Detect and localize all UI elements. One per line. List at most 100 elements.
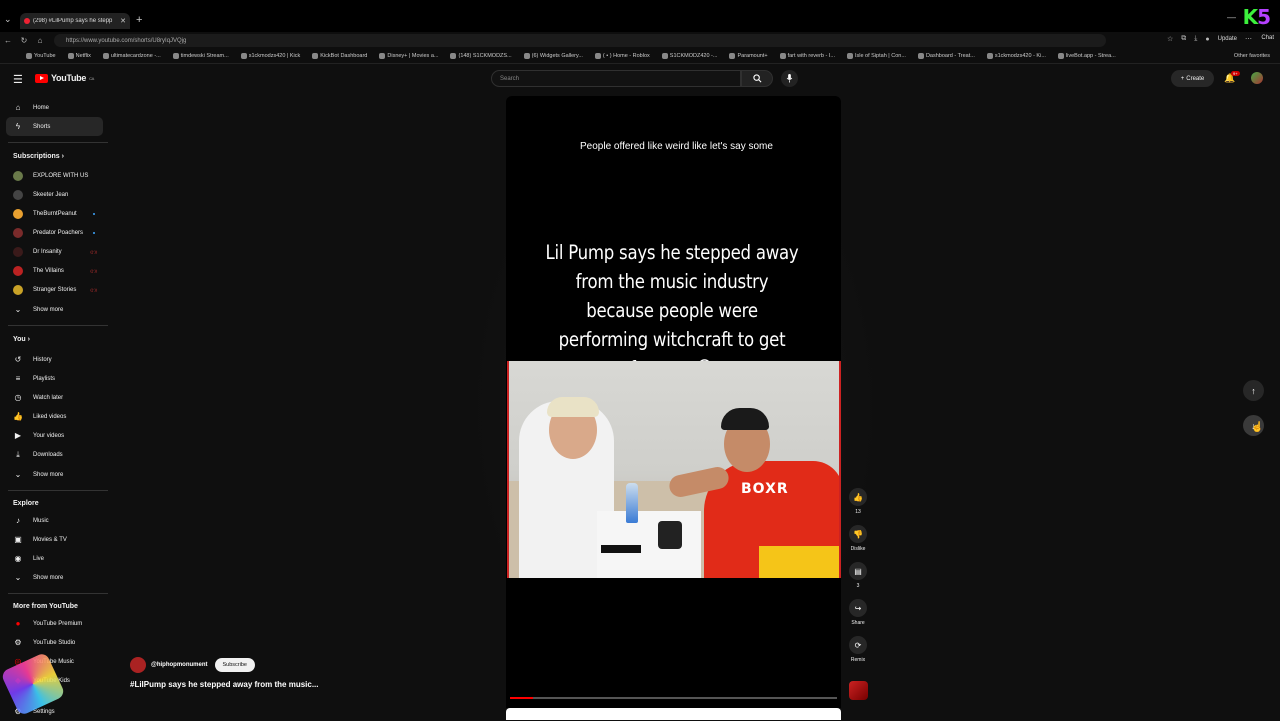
bookmark-item[interactable]: (6) Widgets Gallery... bbox=[523, 53, 583, 59]
minimize-icon[interactable]: — bbox=[1227, 12, 1236, 22]
sidebar-item[interactable]: Predator Poachers bbox=[6, 223, 103, 242]
remix-icon[interactable]: ⟳ bbox=[849, 636, 867, 654]
bookmark-item[interactable]: YouTube bbox=[26, 53, 56, 59]
sidebar-item[interactable]: ⤓ Downloads bbox=[6, 445, 103, 464]
refresh-icon[interactable]: ↻ bbox=[16, 36, 32, 45]
close-tab-icon[interactable]: ✕ bbox=[120, 17, 126, 25]
sidebar-item-label: EXPLORE WITH US bbox=[33, 172, 89, 179]
sidebar-item[interactable]: ⚙ YouTube Studio bbox=[6, 633, 103, 652]
create-button[interactable]: + Create bbox=[1171, 70, 1214, 87]
dislike-icon[interactable]: 👎 bbox=[849, 525, 867, 543]
tab-list-icon[interactable]: ⌄ bbox=[4, 14, 16, 26]
bookmark-item[interactable]: KickBot Dashboard bbox=[312, 53, 367, 59]
sidebar-item[interactable]: Skeeter Jean bbox=[6, 185, 103, 204]
sidebar-item[interactable]: EXPLORE WITH US bbox=[6, 166, 103, 185]
sidebar-item[interactable]: ◉ Live bbox=[6, 549, 103, 568]
share-icon[interactable]: ↪ bbox=[849, 599, 867, 617]
bookmark-item[interactable]: Isle of Siptah | Con... bbox=[846, 53, 906, 59]
you-heading[interactable]: You › bbox=[13, 336, 30, 343]
sidebar-item-label: Show more bbox=[33, 306, 64, 313]
sidebar-item[interactable]: ⌄ Show more bbox=[6, 465, 103, 484]
bookmark-item[interactable]: s1ckmodzs420 - Ki... bbox=[986, 53, 1046, 59]
sidebar-item[interactable]: ▣ Movies & TV bbox=[6, 530, 103, 549]
explore-heading[interactable]: Explore bbox=[13, 500, 39, 507]
sidebar-item[interactable]: ⌄ Show more bbox=[6, 568, 103, 587]
sidebar-item[interactable]: TheBurntPeanut bbox=[6, 204, 103, 223]
profile-browser-icon[interactable]: ● bbox=[1205, 36, 1209, 43]
favorite-star-icon[interactable]: ☆ bbox=[1167, 35, 1173, 43]
bookmark-item[interactable]: liveBot.app - Strea... bbox=[1057, 53, 1116, 59]
sound-thumbnail[interactable] bbox=[849, 681, 868, 700]
like-icon[interactable]: 👍 bbox=[849, 488, 867, 506]
sidebar-item[interactable]: Stranger Stories ((·)) bbox=[6, 280, 103, 299]
channel-avatar[interactable] bbox=[130, 657, 146, 673]
live-icon: ◉ bbox=[14, 554, 22, 563]
account-avatar[interactable] bbox=[1251, 72, 1263, 84]
previous-short-button[interactable]: ↑ bbox=[1243, 380, 1264, 401]
sidebar-item[interactable]: ⌂ Home bbox=[6, 98, 103, 117]
sidebar-item[interactable]: ↺ History bbox=[6, 350, 103, 369]
bookmark-item[interactable]: S1CKMODZ420 -... bbox=[661, 53, 717, 59]
water-bottle bbox=[626, 483, 638, 523]
bookmark-favicon-icon bbox=[172, 53, 179, 59]
bookmark-item[interactable]: Netflix bbox=[67, 53, 91, 59]
sidebar-item[interactable]: ϟ Shorts bbox=[6, 117, 103, 136]
bookmark-item[interactable]: Paramount+ bbox=[729, 53, 768, 59]
channel-avatar bbox=[13, 227, 23, 238]
sidebar-item[interactable]: ⌄ Show more bbox=[6, 300, 103, 319]
new-tab-icon[interactable]: + bbox=[136, 14, 142, 26]
sidebar-item-label: Settings bbox=[33, 708, 55, 715]
short-title[interactable]: #LilPump says he stepped away from the m… bbox=[130, 680, 319, 689]
sidebar-divider bbox=[8, 593, 108, 594]
hamburger-menu-icon[interactable]: ☰ bbox=[13, 73, 23, 86]
home-browser-icon[interactable]: ⌂ bbox=[32, 36, 48, 45]
sidebar-item-label: Home bbox=[33, 104, 50, 111]
share-action[interactable]: ↪ Share bbox=[845, 599, 871, 626]
bookmark-item[interactable]: Disney+ | Movies a... bbox=[379, 53, 438, 59]
bookmark-item[interactable]: (148) S1CKMODZS... bbox=[450, 53, 512, 59]
address-bar-icons: ☆ ⧉ ⤓ ● Update ⋯ bbox=[1167, 35, 1252, 43]
sidebar-item[interactable]: Dr Insanity ((·)) bbox=[6, 242, 103, 261]
voice-search-button[interactable] bbox=[781, 70, 798, 87]
comment-action[interactable]: ▤ 3 bbox=[845, 562, 871, 589]
bookmark-item[interactable]: ( • ) Home - Roblox bbox=[594, 53, 650, 59]
back-icon[interactable]: ← bbox=[0, 36, 16, 45]
downloads-browser-icon[interactable]: ⤓ bbox=[1194, 35, 1197, 43]
bookmark-item[interactable]: s1ckmodzs420 | Kick bbox=[240, 53, 301, 59]
browser-tab-bar: ⌄ (298) #LilPump says he stepp ✕ + — K5 bbox=[0, 0, 1280, 32]
remix-action[interactable]: ⟳ Remix bbox=[845, 636, 871, 663]
more-from-youtube-heading[interactable]: More from YouTube bbox=[13, 603, 78, 610]
sidebar-item[interactable]: 👍 Liked videos bbox=[6, 407, 103, 426]
tab-title: (298) #LilPump says he stepp bbox=[33, 18, 113, 24]
browser-tab-active[interactable]: (298) #LilPump says he stepp ✕ bbox=[20, 13, 130, 29]
sidebar-item[interactable]: The Villains ((·)) bbox=[6, 261, 103, 280]
like-action[interactable]: 👍 13 bbox=[845, 488, 871, 515]
video-progress-bar[interactable] bbox=[510, 697, 837, 699]
extensions-icon[interactable]: ⧉ bbox=[1181, 35, 1186, 43]
update-button[interactable]: Update bbox=[1218, 36, 1237, 42]
search-input[interactable]: Search bbox=[491, 70, 741, 87]
speaker bbox=[658, 521, 682, 549]
shorts-player[interactable]: People offered like weird like let's say… bbox=[506, 96, 841, 708]
subscribe-button[interactable]: Subscribe bbox=[214, 658, 255, 672]
sidebar-item[interactable]: ≡ Playlists bbox=[6, 369, 103, 388]
bookmark-item[interactable]: ultimatecardzone -... bbox=[102, 53, 161, 59]
other-favorites[interactable]: Other favorites bbox=[1234, 53, 1270, 59]
bookmark-item[interactable]: fart with reverb - I... bbox=[779, 53, 835, 59]
more-menu-icon[interactable]: ⋯ bbox=[1245, 35, 1252, 43]
dislike-action[interactable]: 👎 Dislike bbox=[845, 525, 871, 552]
youtube-logo[interactable]: YouTube CA bbox=[35, 73, 94, 83]
bookmark-label: s1ckmodzs420 | Kick bbox=[248, 53, 301, 59]
sidebar-item[interactable]: ▶ Your videos bbox=[6, 426, 103, 445]
sidebar-item[interactable]: ● YouTube Premium bbox=[6, 614, 103, 633]
channel-name[interactable]: @hiphopmonument bbox=[151, 662, 208, 668]
url-field[interactable]: https://www.youtube.com/shorts/U8ryIqJVQ… bbox=[54, 34, 1106, 47]
bookmark-item[interactable]: timdewski Stream... bbox=[172, 53, 229, 59]
sidebar-item[interactable]: ◷ Watch later bbox=[6, 388, 103, 407]
subscriptions-heading[interactable]: Subscriptions › bbox=[13, 153, 64, 160]
bookmark-item[interactable]: Dashboard - Treat... bbox=[917, 53, 975, 59]
chat-button[interactable]: Chat bbox=[1261, 35, 1274, 41]
comment-icon[interactable]: ▤ bbox=[849, 562, 867, 580]
sidebar-item[interactable]: ♪ Music bbox=[6, 511, 103, 530]
search-button[interactable] bbox=[741, 70, 773, 87]
